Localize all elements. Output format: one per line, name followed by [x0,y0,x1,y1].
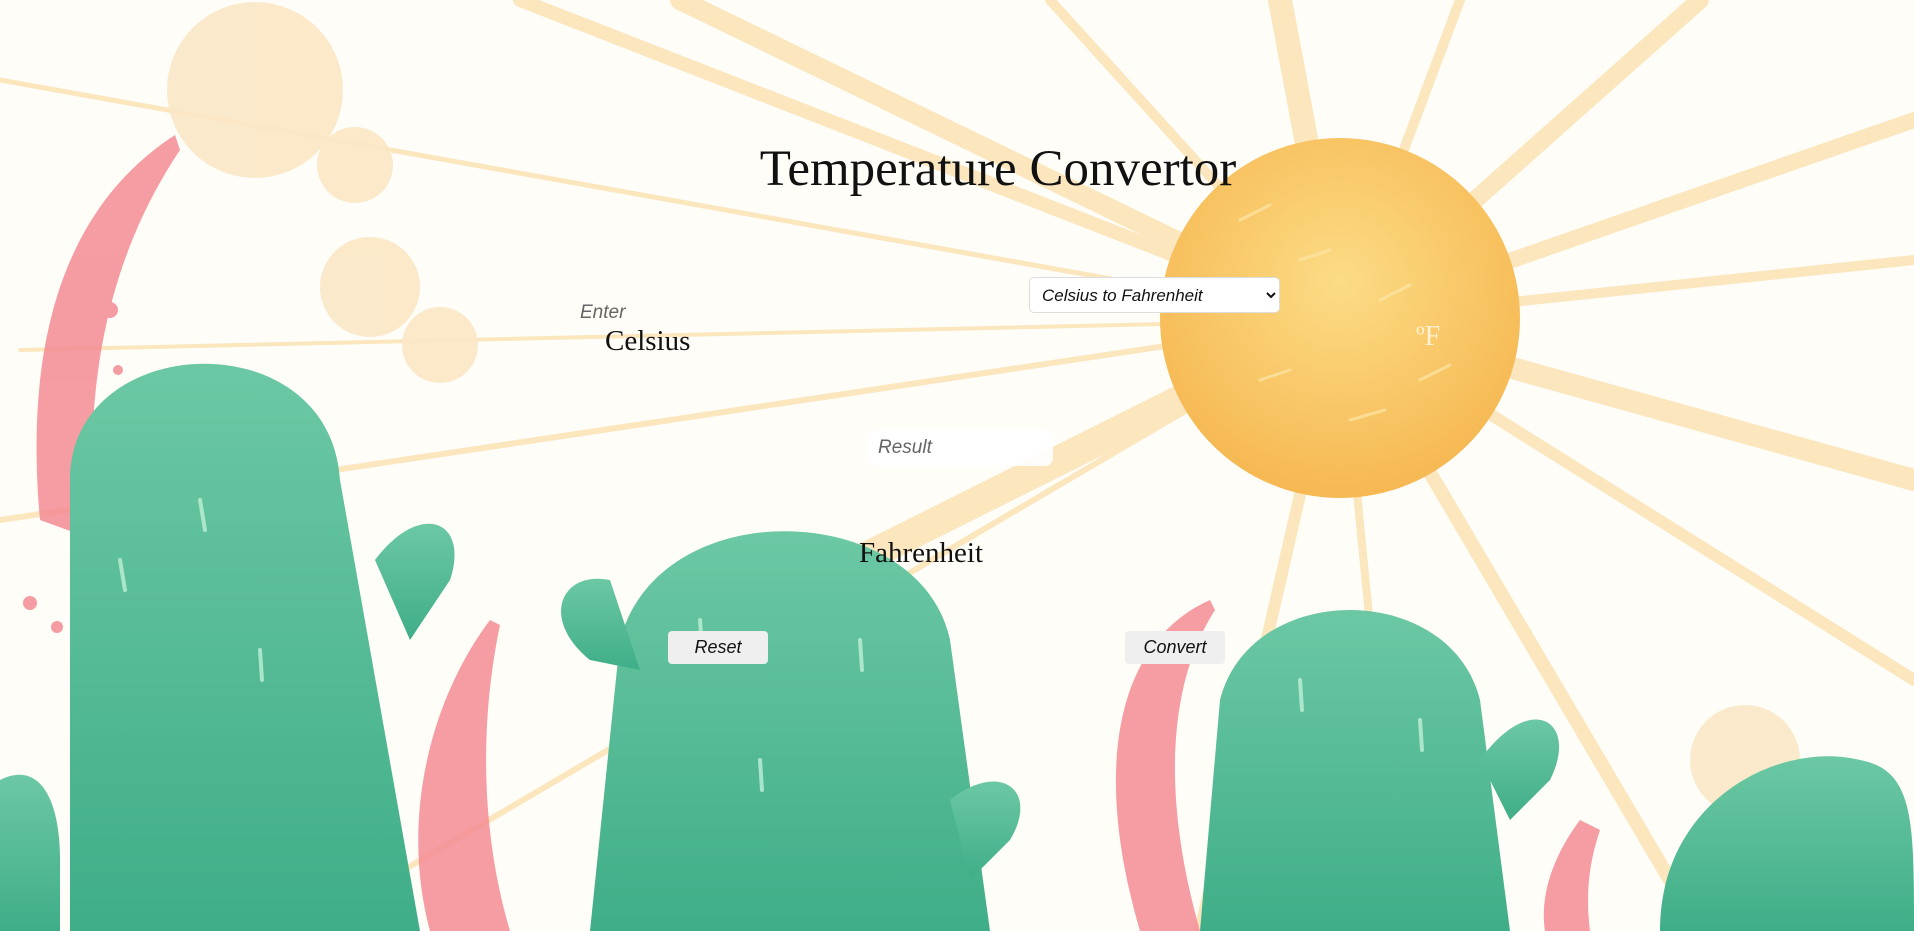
convert-button[interactable]: Convert [1125,631,1225,664]
output-unit-label: Fahrenheit [859,537,984,569]
page-title: Temperature Convertor [759,141,1237,197]
input-unit-label: Celsius [605,325,691,357]
unit-symbol: ºF [1416,321,1441,352]
conversion-mode-select[interactable]: Celsius to Fahrenheit [1029,277,1280,313]
reset-button[interactable]: Reset [668,631,768,664]
result-field[interactable] [868,430,1053,466]
